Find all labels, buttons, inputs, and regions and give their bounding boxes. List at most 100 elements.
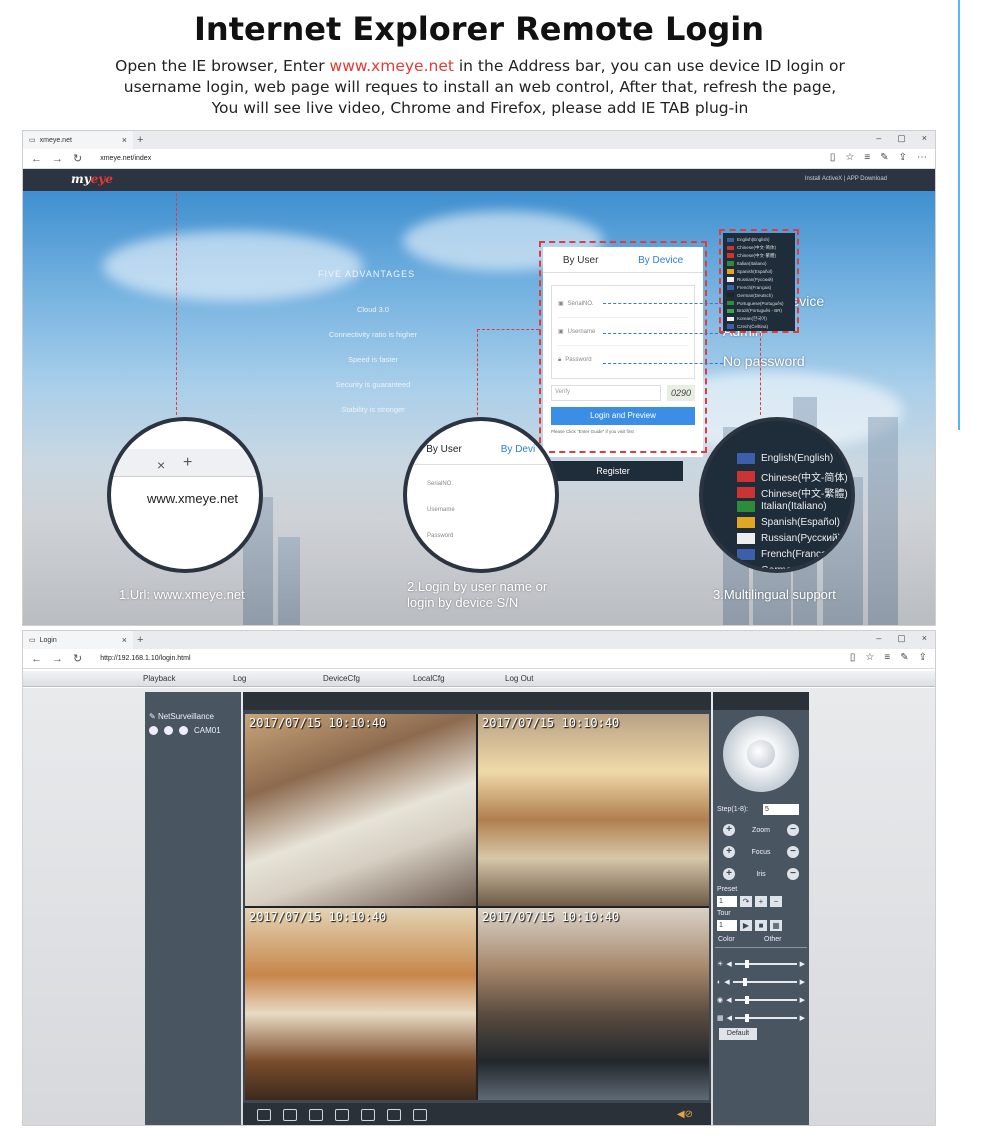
camera-view[interactable]: 2017/07/15 10:10:40	[245, 908, 476, 1100]
forward-icon[interactable]: →	[52, 653, 63, 665]
minimize-icon[interactable]: –	[876, 133, 881, 144]
camera-view[interactable]: 2017/07/15 10:10:40	[478, 908, 709, 1100]
play-icon[interactable]	[164, 726, 173, 735]
focus-minus-icon[interactable]: −	[787, 846, 799, 858]
image-icon[interactable]	[361, 1109, 375, 1121]
hue-slider[interactable]: ▦ ◀ ▶	[717, 1012, 805, 1024]
iris-minus-icon[interactable]: −	[787, 868, 799, 880]
browser-tabbar: ▭ xmeye.net × + – ▢ ×	[23, 131, 935, 149]
increase-icon[interactable]: ▶	[800, 1014, 805, 1022]
notes-icon[interactable]: ✎	[880, 152, 888, 163]
favorite-star-icon[interactable]: ☆	[865, 652, 874, 663]
preset-input[interactable]: 1	[717, 896, 737, 907]
brightness-slider[interactable]: ☀ ◀ ▶	[717, 958, 805, 970]
zoom-out-icon[interactable]: −	[787, 824, 799, 836]
iris-plus-icon[interactable]: +	[723, 868, 735, 880]
tree-root[interactable]: ✎ NetSurveillance	[149, 712, 214, 721]
camera-label[interactable]: CAM01	[194, 726, 221, 735]
tour-stop-icon[interactable]: ■	[755, 920, 767, 931]
tab-color[interactable]: Color	[715, 936, 761, 947]
increase-icon[interactable]: ▶	[800, 978, 805, 986]
menu-localcfg[interactable]: LocalCfg	[413, 674, 445, 683]
speaker-mute-icon[interactable]: ◀⊘	[677, 1109, 693, 1120]
decrease-icon[interactable]: ◀	[726, 996, 731, 1004]
caption-url: 1.Url: www.xmeye.net	[119, 587, 245, 602]
register-button[interactable]: Register	[543, 461, 683, 481]
browser-tab[interactable]: ▭ xmeye.net ×	[23, 131, 133, 149]
preset-goto-icon[interactable]: ↷	[740, 896, 752, 907]
zoom-in-icon[interactable]: +	[723, 824, 735, 836]
hub-icon[interactable]: ≡	[864, 152, 870, 163]
stream-icon[interactable]	[179, 726, 188, 735]
share-icon[interactable]: ⇪	[919, 652, 927, 663]
site-logo[interactable]: myeye	[71, 172, 113, 186]
menu-logout[interactable]: Log Out	[505, 674, 533, 683]
close-tab-icon[interactable]: ×	[122, 635, 127, 645]
toolbar-icons: ▯ ☆ ≡ ✎ ⇪	[850, 652, 927, 663]
step-select[interactable]: 5	[763, 804, 799, 815]
tour-play-icon[interactable]: ▶	[740, 920, 752, 931]
preset-remove-icon[interactable]: −	[770, 896, 782, 907]
menu-devicecfg[interactable]: DeviceCfg	[323, 674, 360, 683]
single-view-icon[interactable]	[283, 1109, 297, 1121]
nvr-menu-bar: Playback Log DeviceCfg LocalCfg Log Out	[23, 671, 935, 687]
advantage-item: Stability is stronger	[341, 405, 405, 414]
forward-icon[interactable]: →	[52, 153, 63, 165]
ptz-center-knob[interactable]	[747, 740, 775, 768]
preset-add-icon[interactable]: +	[755, 896, 767, 907]
tour-input[interactable]: 1	[717, 920, 737, 931]
decorative-divider	[958, 0, 960, 430]
more-icon[interactable]: ⋯	[917, 152, 927, 163]
saturation-slider[interactable]: ◉ ◀ ▶	[717, 994, 805, 1006]
new-tab-icon[interactable]: +	[137, 634, 143, 646]
share-icon[interactable]: ⇪	[899, 152, 907, 163]
caption-multilingual: 3.Multilingual support	[713, 587, 836, 602]
focus-plus-icon[interactable]: +	[723, 846, 735, 858]
default-button[interactable]: Default	[719, 1028, 757, 1040]
playback-icon[interactable]	[387, 1109, 401, 1121]
contrast-icon: ◐	[717, 978, 722, 986]
stop-icon[interactable]	[413, 1109, 427, 1121]
ptz-direction-pad[interactable]	[723, 716, 799, 792]
tour-grid-icon[interactable]: ▦	[770, 920, 782, 931]
new-tab-icon[interactable]: +	[137, 134, 143, 146]
xmeye-link[interactable]: www.xmeye.net	[330, 57, 454, 75]
hub-icon[interactable]: ≡	[884, 652, 890, 663]
back-icon[interactable]: ←	[31, 153, 42, 165]
decrease-icon[interactable]: ◀	[726, 960, 731, 968]
fullscreen-icon[interactable]	[257, 1109, 271, 1121]
refresh-icon[interactable]: ↻	[73, 152, 82, 165]
tab-other[interactable]: Other	[761, 936, 807, 947]
maximize-icon[interactable]: ▢	[897, 633, 906, 644]
camera-view[interactable]: 2017/07/15 10:10:40	[478, 714, 709, 906]
refresh-icon[interactable]: ↻	[73, 652, 82, 665]
notes-icon[interactable]: ✎	[900, 652, 908, 663]
increase-icon[interactable]: ▶	[800, 996, 805, 1004]
decrease-icon[interactable]: ◀	[727, 1014, 732, 1022]
reading-view-icon[interactable]: ▯	[830, 152, 836, 163]
favorite-star-icon[interactable]: ☆	[845, 152, 854, 163]
minimize-icon[interactable]: –	[876, 633, 881, 644]
reading-view-icon[interactable]: ▯	[850, 652, 856, 663]
address-bar[interactable]: http://192.168.1.10/login.html	[100, 655, 190, 662]
camera-view[interactable]: 2017/07/15 10:10:40	[245, 714, 476, 906]
record-icon[interactable]	[309, 1109, 323, 1121]
maximize-icon[interactable]: ▢	[897, 133, 906, 144]
menu-log[interactable]: Log	[233, 674, 246, 683]
page-title: Internet Explorer Remote Login	[194, 10, 764, 48]
record-icon[interactable]	[149, 726, 158, 735]
site-header-links[interactable]: Install ActiveX | APP Download	[805, 176, 887, 182]
increase-icon[interactable]: ▶	[800, 960, 805, 968]
browser-tab[interactable]: ▭ Login ×	[23, 631, 133, 649]
close-tab-icon[interactable]: ×	[122, 135, 127, 145]
close-window-icon[interactable]: ×	[922, 133, 927, 144]
decrease-icon[interactable]: ◀	[724, 978, 729, 986]
menu-playback[interactable]: Playback	[143, 674, 175, 683]
zoom-language-label: Russian(Русский)	[761, 533, 841, 544]
caption-login-line2: login by device S/N	[407, 595, 519, 610]
snapshot-icon[interactable]	[335, 1109, 349, 1121]
close-window-icon[interactable]: ×	[922, 633, 927, 644]
address-bar[interactable]: xmeye.net/index	[100, 155, 151, 162]
contrast-slider[interactable]: ◐ ◀ ▶	[717, 976, 805, 988]
back-icon[interactable]: ←	[31, 653, 42, 665]
